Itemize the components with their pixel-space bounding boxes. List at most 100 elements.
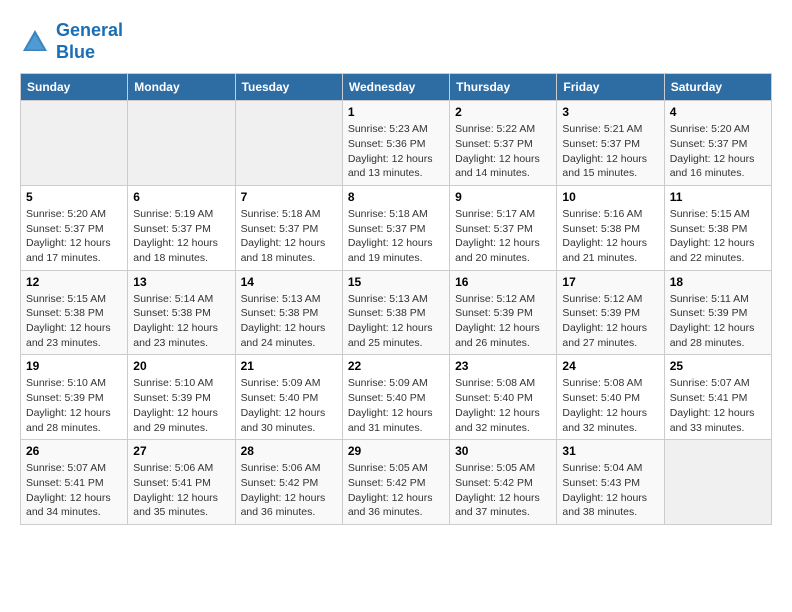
day-info: Sunrise: 5:18 AM Sunset: 5:37 PM Dayligh…: [348, 207, 444, 266]
weekday-header: Tuesday: [235, 74, 342, 101]
day-info: Sunrise: 5:06 AM Sunset: 5:41 PM Dayligh…: [133, 461, 229, 520]
logo-line2: Blue: [56, 42, 123, 64]
day-number: 24: [562, 359, 658, 373]
day-info: Sunrise: 5:04 AM Sunset: 5:43 PM Dayligh…: [562, 461, 658, 520]
weekday-header-row: SundayMondayTuesdayWednesdayThursdayFrid…: [21, 74, 772, 101]
day-info: Sunrise: 5:20 AM Sunset: 5:37 PM Dayligh…: [26, 207, 122, 266]
day-info: Sunrise: 5:10 AM Sunset: 5:39 PM Dayligh…: [26, 376, 122, 435]
calendar-cell: 9 Sunrise: 5:17 AM Sunset: 5:37 PM Daylig…: [450, 185, 557, 270]
calendar-cell: 18 Sunrise: 5:11 AM Sunset: 5:39 PM Dayli…: [664, 270, 771, 355]
calendar-cell: 26 Sunrise: 5:07 AM Sunset: 5:41 PM Dayli…: [21, 440, 128, 525]
day-number: 19: [26, 359, 122, 373]
day-number: 16: [455, 275, 551, 289]
day-info: Sunrise: 5:05 AM Sunset: 5:42 PM Dayligh…: [348, 461, 444, 520]
day-info: Sunrise: 5:17 AM Sunset: 5:37 PM Dayligh…: [455, 207, 551, 266]
day-number: 26: [26, 444, 122, 458]
day-number: 14: [241, 275, 337, 289]
day-info: Sunrise: 5:06 AM Sunset: 5:42 PM Dayligh…: [241, 461, 337, 520]
calendar-cell: 19 Sunrise: 5:10 AM Sunset: 5:39 PM Dayli…: [21, 355, 128, 440]
calendar-cell: 7Sunrise: 5:18 AM Sunset: 5:37 PM Daylig…: [235, 185, 342, 270]
day-info: Sunrise: 5:10 AM Sunset: 5:39 PM Dayligh…: [133, 376, 229, 435]
day-info: Sunrise: 5:05 AM Sunset: 5:42 PM Dayligh…: [455, 461, 551, 520]
calendar-cell: 1 Sunrise: 5:23 AM Sunset: 5:36 PM Daylig…: [342, 101, 449, 186]
calendar-week-row: 12Sunrise: 5:15 AM Sunset: 5:38 PM Dayli…: [21, 270, 772, 355]
logo: General Blue: [20, 20, 123, 63]
day-number: 17: [562, 275, 658, 289]
day-info: Sunrise: 5:20 AM Sunset: 5:37 PM Dayligh…: [670, 122, 766, 181]
day-info: Sunrise: 5:11 AM Sunset: 5:39 PM Dayligh…: [670, 292, 766, 351]
weekday-header: Sunday: [21, 74, 128, 101]
calendar-cell: 13 Sunrise: 5:14 AM Sunset: 5:38 PM Dayli…: [128, 270, 235, 355]
day-number: 9: [455, 190, 551, 204]
calendar-cell: 4 Sunrise: 5:20 AM Sunset: 5:37 PM Daylig…: [664, 101, 771, 186]
day-number: 11: [670, 190, 766, 204]
day-info: Sunrise: 5:13 AM Sunset: 5:38 PM Dayligh…: [348, 292, 444, 351]
calendar-table: SundayMondayTuesdayWednesdayThursdayFrid…: [20, 73, 772, 525]
calendar-cell: 12Sunrise: 5:15 AM Sunset: 5:38 PM Dayli…: [21, 270, 128, 355]
day-number: 20: [133, 359, 229, 373]
calendar-cell: [664, 440, 771, 525]
day-number: 3: [562, 105, 658, 119]
day-info: Sunrise: 5:13 AM Sunset: 5:38 PM Dayligh…: [241, 292, 337, 351]
day-number: 5: [26, 190, 122, 204]
calendar-week-row: 26 Sunrise: 5:07 AM Sunset: 5:41 PM Dayli…: [21, 440, 772, 525]
calendar-cell: 11Sunrise: 5:15 AM Sunset: 5:38 PM Dayli…: [664, 185, 771, 270]
calendar-week-row: 5 Sunrise: 5:20 AM Sunset: 5:37 PM Daylig…: [21, 185, 772, 270]
calendar-cell: 23 Sunrise: 5:08 AM Sunset: 5:40 PM Dayli…: [450, 355, 557, 440]
day-number: 21: [241, 359, 337, 373]
calendar-week-row: 1 Sunrise: 5:23 AM Sunset: 5:36 PM Daylig…: [21, 101, 772, 186]
day-info: Sunrise: 5:14 AM Sunset: 5:38 PM Dayligh…: [133, 292, 229, 351]
day-info: Sunrise: 5:09 AM Sunset: 5:40 PM Dayligh…: [241, 376, 337, 435]
day-number: 2: [455, 105, 551, 119]
calendar-cell: 10Sunrise: 5:16 AM Sunset: 5:38 PM Dayli…: [557, 185, 664, 270]
day-number: 15: [348, 275, 444, 289]
page-header: General Blue: [20, 20, 772, 63]
day-number: 18: [670, 275, 766, 289]
day-number: 25: [670, 359, 766, 373]
day-number: 8: [348, 190, 444, 204]
day-info: Sunrise: 5:12 AM Sunset: 5:39 PM Dayligh…: [562, 292, 658, 351]
calendar-cell: [235, 101, 342, 186]
weekday-header: Saturday: [664, 74, 771, 101]
day-info: Sunrise: 5:09 AM Sunset: 5:40 PM Dayligh…: [348, 376, 444, 435]
day-number: 7: [241, 190, 337, 204]
day-info: Sunrise: 5:08 AM Sunset: 5:40 PM Dayligh…: [455, 376, 551, 435]
calendar-cell: 30 Sunrise: 5:05 AM Sunset: 5:42 PM Dayli…: [450, 440, 557, 525]
logo-icon: [20, 27, 50, 57]
calendar-cell: 8 Sunrise: 5:18 AM Sunset: 5:37 PM Daylig…: [342, 185, 449, 270]
calendar-cell: 29Sunrise: 5:05 AM Sunset: 5:42 PM Dayli…: [342, 440, 449, 525]
day-number: 31: [562, 444, 658, 458]
day-number: 6: [133, 190, 229, 204]
calendar-cell: 27 Sunrise: 5:06 AM Sunset: 5:41 PM Dayli…: [128, 440, 235, 525]
day-info: Sunrise: 5:08 AM Sunset: 5:40 PM Dayligh…: [562, 376, 658, 435]
day-info: Sunrise: 5:19 AM Sunset: 5:37 PM Dayligh…: [133, 207, 229, 266]
day-info: Sunrise: 5:23 AM Sunset: 5:36 PM Dayligh…: [348, 122, 444, 181]
weekday-header: Wednesday: [342, 74, 449, 101]
calendar-cell: 15 Sunrise: 5:13 AM Sunset: 5:38 PM Dayli…: [342, 270, 449, 355]
day-number: 23: [455, 359, 551, 373]
day-number: 13: [133, 275, 229, 289]
calendar-cell: 6 Sunrise: 5:19 AM Sunset: 5:37 PM Daylig…: [128, 185, 235, 270]
calendar-cell: 16 Sunrise: 5:12 AM Sunset: 5:39 PM Dayli…: [450, 270, 557, 355]
logo-line1: General: [56, 20, 123, 42]
day-number: 28: [241, 444, 337, 458]
calendar-cell: [21, 101, 128, 186]
calendar-cell: 25 Sunrise: 5:07 AM Sunset: 5:41 PM Dayli…: [664, 355, 771, 440]
day-info: Sunrise: 5:22 AM Sunset: 5:37 PM Dayligh…: [455, 122, 551, 181]
calendar-cell: 14 Sunrise: 5:13 AM Sunset: 5:38 PM Dayli…: [235, 270, 342, 355]
day-info: Sunrise: 5:12 AM Sunset: 5:39 PM Dayligh…: [455, 292, 551, 351]
day-info: Sunrise: 5:07 AM Sunset: 5:41 PM Dayligh…: [670, 376, 766, 435]
calendar-cell: 21 Sunrise: 5:09 AM Sunset: 5:40 PM Dayli…: [235, 355, 342, 440]
day-number: 22: [348, 359, 444, 373]
day-number: 27: [133, 444, 229, 458]
day-number: 10: [562, 190, 658, 204]
day-number: 1: [348, 105, 444, 119]
calendar-cell: 24 Sunrise: 5:08 AM Sunset: 5:40 PM Dayli…: [557, 355, 664, 440]
weekday-header: Friday: [557, 74, 664, 101]
weekday-header: Monday: [128, 74, 235, 101]
day-info: Sunrise: 5:07 AM Sunset: 5:41 PM Dayligh…: [26, 461, 122, 520]
day-number: 12: [26, 275, 122, 289]
day-number: 4: [670, 105, 766, 119]
calendar-cell: 17 Sunrise: 5:12 AM Sunset: 5:39 PM Dayli…: [557, 270, 664, 355]
day-number: 30: [455, 444, 551, 458]
